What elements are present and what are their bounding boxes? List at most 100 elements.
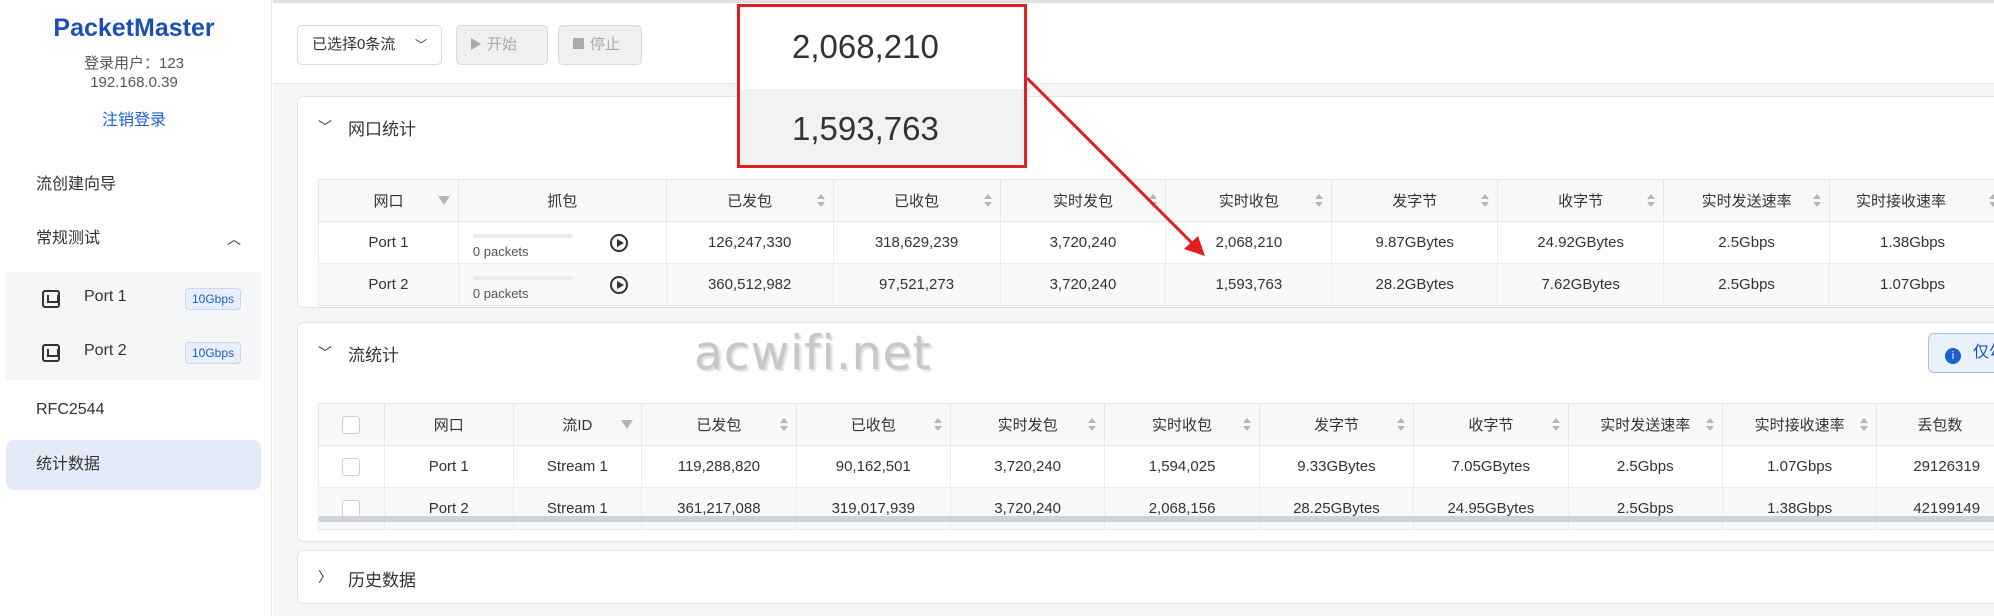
table-row: Port 1 Stream 1 119,288,820 90,162,501 3… bbox=[318, 445, 1994, 488]
port-label: Port 1 bbox=[84, 288, 127, 305]
filter-icon[interactable] bbox=[621, 420, 634, 429]
column-header[interactable]: 实时发送速率 bbox=[1567, 403, 1723, 446]
port-label: Port 2 bbox=[84, 342, 127, 359]
column-header[interactable]: 已收包 bbox=[795, 403, 951, 446]
column-header[interactable]: 收字节 bbox=[1413, 403, 1569, 446]
column-header[interactable]: 已发包 bbox=[665, 179, 834, 222]
play-circle-icon[interactable] bbox=[609, 234, 628, 252]
sidebar-item-wizard[interactable]: 流创建向导 bbox=[6, 160, 261, 210]
sort-icon[interactable] bbox=[816, 194, 825, 208]
select-all-checkbox[interactable] bbox=[342, 415, 361, 434]
app-root: PacketMaster 登录用户：123 192.168.0.39 注销登录 … bbox=[0, 0, 1994, 616]
sort-icon[interactable] bbox=[1397, 418, 1406, 432]
sort-icon[interactable] bbox=[983, 194, 992, 208]
column-header[interactable]: 流ID bbox=[512, 403, 643, 446]
column-header[interactable]: 实时发包 bbox=[999, 179, 1167, 222]
column-header[interactable]: 发字节 bbox=[1331, 179, 1499, 222]
row-checkbox-cell[interactable] bbox=[318, 445, 385, 488]
chevron-right-icon[interactable]: 〉 bbox=[318, 567, 332, 587]
tx-rate-cell: 2.5Gbps bbox=[1663, 221, 1831, 264]
sidebar-item-regular-test[interactable]: 常规测试 ︿ bbox=[6, 214, 261, 264]
flow-stats-header[interactable]: ﹀ 流统计 i 仅勾选 bbox=[298, 323, 1994, 383]
flow-stats-table: 网口 流ID 已发包 已收包 实时发包 实时收包 发字节 收字节 实时发送速率 … bbox=[318, 403, 1994, 530]
sort-icon[interactable] bbox=[1242, 418, 1251, 432]
sort-icon[interactable] bbox=[1705, 418, 1714, 432]
sidebar-item-label: 统计数据 bbox=[36, 456, 101, 473]
sort-icon[interactable] bbox=[1149, 194, 1158, 208]
tx-bytes-cell: 9.87GBytes bbox=[1331, 221, 1499, 264]
ip-address: 192.168.0.39 bbox=[90, 74, 178, 91]
capture-progress-bar bbox=[472, 276, 573, 280]
column-header[interactable]: 实时接收速率 bbox=[1829, 179, 1994, 222]
row-checkbox[interactable] bbox=[342, 457, 361, 476]
logout-link[interactable]: 注销登录 bbox=[0, 106, 268, 130]
rt-sent-cell: 3,720,240 bbox=[949, 487, 1106, 530]
column-header[interactable]: 已发包 bbox=[641, 403, 797, 446]
column-header[interactable]: 实时发包 bbox=[949, 403, 1106, 446]
capture-cell: 0 packets bbox=[457, 263, 667, 306]
table-header-row: 网口 抓包 已发包 已收包 实时发包 实时收包 发字节 收字节 实时发送速率 实… bbox=[318, 179, 1994, 222]
column-header[interactable]: 实时发送速率 bbox=[1663, 179, 1831, 222]
sidebar: PacketMaster 登录用户：123 192.168.0.39 注销登录 … bbox=[0, 0, 272, 616]
port-cell: Port 1 bbox=[318, 221, 459, 264]
sort-icon[interactable] bbox=[1647, 194, 1656, 208]
filter-icon[interactable] bbox=[437, 196, 450, 205]
chevron-down-icon: ﹀ bbox=[414, 38, 427, 52]
lost-cell: 29126319 bbox=[1876, 445, 1994, 488]
main-content: 已选择0条流 ﹀ 开始 停止 ﹀ 网口统计 网口 抓包 已发包 已收包 实时发包… bbox=[273, 0, 1994, 616]
capture-progress-bar bbox=[472, 234, 573, 238]
info-icon: i bbox=[1945, 348, 1961, 364]
rt-recv-cell: 2,068,210 bbox=[1165, 221, 1333, 264]
port-stats-header[interactable]: ﹀ 网口统计 bbox=[298, 97, 1994, 157]
port-cell: Port 2 bbox=[383, 487, 514, 530]
port-cell: Port 2 bbox=[318, 263, 459, 306]
chevron-down-icon[interactable]: ﹀ bbox=[318, 343, 332, 363]
stream-select-label: 已选择0条流 bbox=[312, 36, 396, 53]
sidebar-item-label: 流创建向导 bbox=[36, 176, 117, 193]
stream-select-dropdown[interactable]: 已选择0条流 ﹀ bbox=[297, 25, 442, 65]
recv-cell: 318,629,239 bbox=[832, 221, 1001, 264]
row-checkbox-cell[interactable] bbox=[318, 487, 385, 530]
sort-icon[interactable] bbox=[1813, 194, 1822, 208]
column-header[interactable]: 已收包 bbox=[832, 179, 1001, 222]
column-header[interactable]: 实时接收速率 bbox=[1721, 403, 1878, 446]
select-all-cell[interactable] bbox=[318, 403, 385, 446]
sort-icon[interactable] bbox=[933, 418, 942, 432]
ethernet-port-icon bbox=[42, 290, 60, 308]
start-button[interactable]: 开始 bbox=[456, 25, 548, 65]
stop-button[interactable]: 停止 bbox=[558, 25, 642, 65]
sort-icon[interactable] bbox=[1481, 194, 1490, 208]
sidebar-item-port-2[interactable]: Port 2 10Gbps bbox=[6, 326, 261, 380]
sort-icon[interactable] bbox=[1860, 418, 1869, 432]
sort-icon[interactable] bbox=[1315, 194, 1324, 208]
rt-recv-cell: 2,068,156 bbox=[1104, 487, 1260, 530]
tx-rate-cell: 2.5Gbps bbox=[1567, 445, 1723, 488]
column-header[interactable]: 网口 bbox=[318, 179, 459, 222]
column-header[interactable]: 发字节 bbox=[1258, 403, 1415, 446]
column-header[interactable]: 实时收包 bbox=[1104, 403, 1260, 446]
stop-label: 停止 bbox=[590, 36, 621, 53]
sort-icon[interactable] bbox=[1551, 418, 1560, 432]
speed-badge: 10Gbps bbox=[184, 288, 241, 310]
sidebar-item-port-1[interactable]: Port 1 10Gbps bbox=[6, 272, 261, 326]
sort-icon[interactable] bbox=[1989, 194, 1994, 208]
tx-rate-cell: 2.5Gbps bbox=[1663, 263, 1831, 306]
sort-icon[interactable] bbox=[779, 418, 788, 432]
rx-bytes-cell: 7.05GBytes bbox=[1413, 445, 1569, 488]
play-circle-icon[interactable] bbox=[609, 276, 628, 294]
column-header[interactable]: 收字节 bbox=[1497, 179, 1665, 222]
history-header[interactable]: 〉 历史数据 bbox=[298, 551, 1994, 611]
sidebar-item-stats[interactable]: 统计数据 bbox=[6, 440, 261, 490]
chevron-down-icon[interactable]: ﹀ bbox=[318, 117, 332, 137]
column-header[interactable]: 实时收包 bbox=[1165, 179, 1333, 222]
sidebar-item-rfc2544[interactable]: RFC2544 bbox=[6, 385, 261, 435]
sort-icon[interactable] bbox=[1088, 418, 1097, 432]
tx-bytes-cell: 28.2GBytes bbox=[1331, 263, 1499, 306]
only-checked-button[interactable]: i 仅勾选 bbox=[1928, 333, 1994, 373]
sidebar-item-label: 常规测试 bbox=[36, 230, 101, 247]
table-row: Port 2 Stream 1 361,217,088 319,017,939 … bbox=[318, 487, 1994, 530]
horizontal-scrollbar[interactable] bbox=[318, 516, 1994, 522]
flow-stats-panel: ﹀ 流统计 i 仅勾选 网口 流ID 已发包 bbox=[297, 322, 1994, 542]
row-checkbox[interactable] bbox=[342, 499, 361, 518]
recv-cell: 97,521,273 bbox=[832, 263, 1001, 306]
